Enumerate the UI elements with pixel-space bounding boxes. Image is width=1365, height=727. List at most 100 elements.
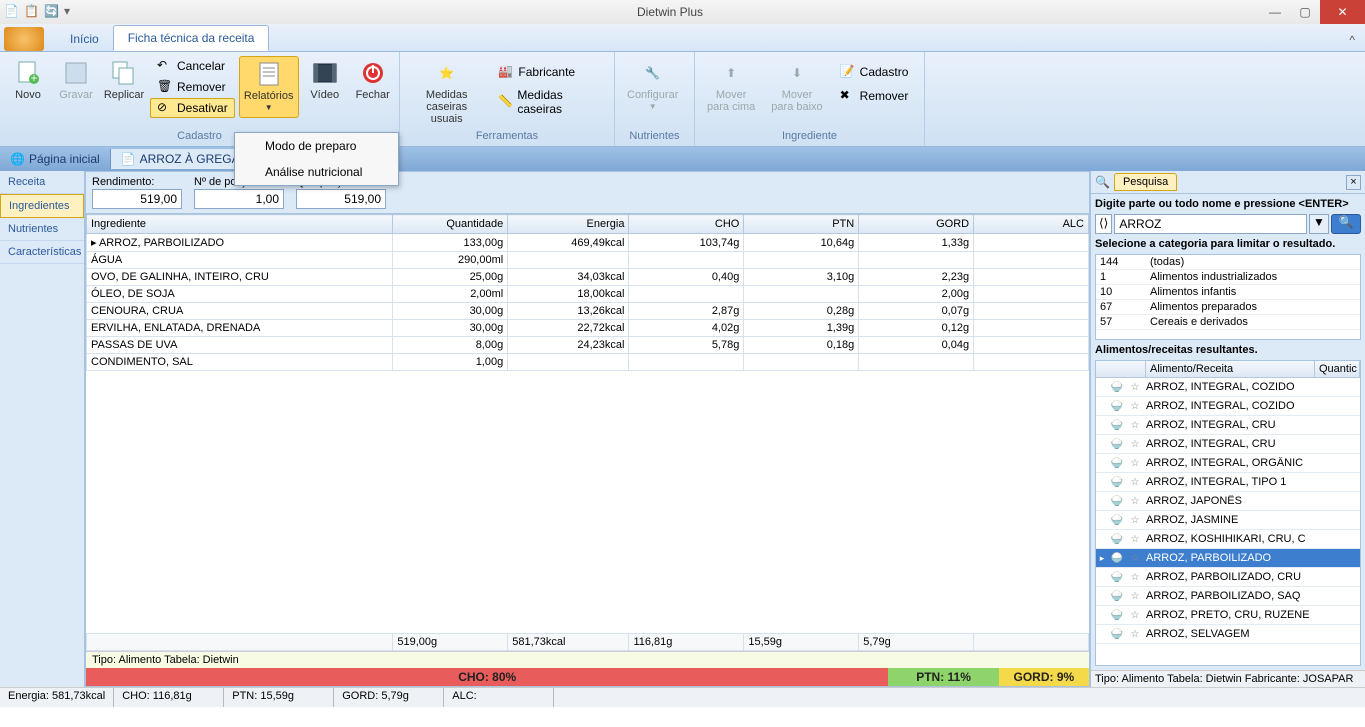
sidetab-ingredientes[interactable]: Ingredientes: [0, 194, 84, 218]
table-row[interactable]: OVO, DE GALINHA, INTEIRO, CRU25,00g34,03…: [87, 269, 1089, 286]
grid-header[interactable]: ALC: [974, 215, 1089, 234]
maximize-button[interactable]: ▢: [1290, 0, 1320, 24]
medidas-caseiras-button[interactable]: 📏Medidas caseiras: [491, 86, 608, 118]
search-hint: Digite parte ou todo nome e pressione <E…: [1095, 198, 1361, 210]
grid-header[interactable]: Energia: [508, 215, 629, 234]
gravar-button[interactable]: Gravar: [54, 56, 98, 104]
grid-header[interactable]: Ingrediente: [87, 215, 393, 234]
close-button[interactable]: ✕: [1320, 0, 1365, 24]
cadastro-ing-button[interactable]: 📝Cadastro: [833, 62, 916, 82]
result-row[interactable]: 🍚☆ARROZ, SELVAGEM: [1096, 625, 1360, 644]
table-row[interactable]: ÓLEO, DE SOJA2,00ml18,00kcal2,00g: [87, 286, 1089, 303]
ribbon-help-icon[interactable]: ^: [1339, 29, 1365, 51]
replicar-button[interactable]: Replicar: [102, 56, 146, 104]
remover-button[interactable]: 🗑Remover: [150, 77, 235, 97]
star-icon[interactable]: ☆: [1126, 420, 1144, 431]
star-icon[interactable]: ☆: [1126, 458, 1144, 469]
star-icon[interactable]: ☆: [1126, 572, 1144, 583]
star-icon[interactable]: ☆: [1126, 439, 1144, 450]
result-row[interactable]: 🍚☆ARROZ, INTEGRAL, CRU: [1096, 416, 1360, 435]
star-icon[interactable]: ☆: [1126, 553, 1144, 564]
star-icon[interactable]: ☆: [1126, 401, 1144, 412]
search-panel-close[interactable]: ×: [1346, 175, 1361, 190]
sidetab-caracteristicas[interactable]: Características: [0, 241, 84, 264]
table-row[interactable]: PASSAS DE UVA8,00g24,23kcal5,78g0,18g0,0…: [87, 337, 1089, 354]
qat-dropdown[interactable]: ▾: [64, 4, 80, 20]
tab-inicio[interactable]: Início: [56, 27, 113, 51]
dropdown-modo-preparo[interactable]: Modo de preparo: [235, 133, 398, 159]
category-row[interactable]: 67Alimentos preparados: [1096, 300, 1360, 315]
star-icon[interactable]: ☆: [1126, 591, 1144, 602]
doctab-pagina-inicial[interactable]: 🌐 Página inicial: [0, 149, 111, 169]
star-icon[interactable]: ☆: [1126, 477, 1144, 488]
relatorios-button[interactable]: Relatórios ▼: [239, 56, 299, 118]
grid-header[interactable]: PTN: [744, 215, 859, 234]
result-row[interactable]: 🍚☆ARROZ, INTEGRAL, COZIDO: [1096, 378, 1360, 397]
fabricante-button[interactable]: 🏭Fabricante: [491, 62, 608, 82]
tab-ficha-tecnica[interactable]: Ficha técnica da receita: [113, 25, 270, 51]
star-icon[interactable]: ☆: [1126, 515, 1144, 526]
grid-header[interactable]: Quantidade: [393, 215, 508, 234]
results-rows[interactable]: 🍚☆ARROZ, INTEGRAL, COZIDO🍚☆ARROZ, INTEGR…: [1096, 378, 1360, 665]
result-row[interactable]: 🍚☆ARROZ, PARBOILIZADO, CRU: [1096, 568, 1360, 587]
grid-header[interactable]: GORD: [859, 215, 974, 234]
grid-header[interactable]: CHO: [629, 215, 744, 234]
dropdown-analise-nutricional[interactable]: Análise nutricional: [235, 159, 398, 185]
result-row[interactable]: 🍚☆ARROZ, INTEGRAL, CRU: [1096, 435, 1360, 454]
fechar-button[interactable]: Fechar: [351, 56, 395, 104]
macro-bars: CHO: 80% PTN: 11% GORD: 9%: [86, 668, 1089, 686]
star-icon[interactable]: ☆: [1126, 534, 1144, 545]
cancelar-button[interactable]: ↶Cancelar: [150, 56, 235, 76]
porcoes-input[interactable]: [194, 189, 284, 209]
table-row[interactable]: ÁGUA290,00ml: [87, 252, 1089, 269]
rendimento-input[interactable]: [92, 189, 182, 209]
mover-baixo-button[interactable]: ⬇ Mover para baixo: [765, 56, 828, 116]
search-input[interactable]: [1114, 214, 1307, 234]
star-icon[interactable]: ☆: [1126, 610, 1144, 621]
table-row[interactable]: CENOURA, CRUA30,00g13,26kcal2,87g0,28g0,…: [87, 303, 1089, 320]
ingredients-grid[interactable]: IngredienteQuantidadeEnergiaCHOPTNGORDAL…: [86, 214, 1089, 633]
desativar-button[interactable]: ⊘Desativar: [150, 98, 235, 118]
qtd-porcao-input[interactable]: [296, 189, 386, 209]
remover-ing-button[interactable]: ✖Remover: [833, 86, 916, 106]
star-icon[interactable]: ☆: [1126, 496, 1144, 507]
result-row[interactable]: 🍚☆ARROZ, INTEGRAL, TIPO 1: [1096, 473, 1360, 492]
star-icon[interactable]: ☆: [1126, 629, 1144, 640]
search-tab[interactable]: Pesquisa: [1114, 173, 1177, 191]
result-row[interactable]: 🍚☆ARROZ, JAPONÊS: [1096, 492, 1360, 511]
status-cho: CHO: 116,81g: [114, 688, 224, 707]
result-row[interactable]: 🍚☆ARROZ, KOSHIHIKARI, CRU, C: [1096, 530, 1360, 549]
result-row[interactable]: 🍚☆ARROZ, JASMINE: [1096, 511, 1360, 530]
category-row[interactable]: 57Cereais e derivados: [1096, 315, 1360, 330]
mover-cima-button[interactable]: ⬆ Mover para cima: [701, 56, 761, 116]
sidetab-receita[interactable]: Receita: [0, 171, 84, 194]
sidetab-nutrientes[interactable]: Nutrientes: [0, 218, 84, 241]
search-dropdown-button[interactable]: ▼: [1309, 214, 1329, 234]
medidas-usuais-button[interactable]: ⭐ Medidas caseiras usuais: [406, 56, 487, 128]
minimize-button[interactable]: —: [1260, 0, 1290, 24]
category-row[interactable]: 144(todas): [1096, 255, 1360, 270]
qat-icon-3[interactable]: 🔄: [44, 4, 60, 20]
table-row[interactable]: ▸ ARROZ, PARBOILIZADO133,00g469,49kcal10…: [87, 234, 1089, 252]
category-list[interactable]: 144(todas)1Alimentos industrializados10A…: [1095, 254, 1361, 340]
result-row[interactable]: ▸🍚☆ARROZ, PARBOILIZADO: [1096, 549, 1360, 568]
search-mode-icon[interactable]: ⟨⟩: [1095, 214, 1112, 234]
category-row[interactable]: 10Alimentos infantis: [1096, 285, 1360, 300]
search-go-button[interactable]: 🔍: [1331, 214, 1361, 234]
result-row[interactable]: 🍚☆ARROZ, PARBOILIZADO, SAQ: [1096, 587, 1360, 606]
configurar-button[interactable]: 🔧 Configurar ▼: [621, 56, 684, 116]
qat-icon-2[interactable]: 📋: [24, 4, 40, 20]
res-qty-header[interactable]: Quantic: [1315, 361, 1360, 377]
result-row[interactable]: 🍚☆ARROZ, INTEGRAL, COZIDO: [1096, 397, 1360, 416]
res-name-header[interactable]: Alimento/Receita: [1146, 361, 1315, 377]
result-row[interactable]: 🍚☆ARROZ, INTEGRAL, ORGÂNIC: [1096, 454, 1360, 473]
qat-icon-1[interactable]: 📄: [4, 4, 20, 20]
app-menu-button[interactable]: [4, 27, 44, 51]
table-row[interactable]: CONDIMENTO, SAL1,00g: [87, 354, 1089, 371]
category-row[interactable]: 1Alimentos industrializados: [1096, 270, 1360, 285]
result-row[interactable]: 🍚☆ARROZ, PRETO, CRU, RUZENE: [1096, 606, 1360, 625]
table-row[interactable]: ERVILHA, ENLATADA, DRENADA30,00g22,72kca…: [87, 320, 1089, 337]
video-button[interactable]: Vídeo: [303, 56, 347, 104]
novo-button[interactable]: + Novo: [6, 56, 50, 104]
star-icon[interactable]: ☆: [1126, 382, 1144, 393]
